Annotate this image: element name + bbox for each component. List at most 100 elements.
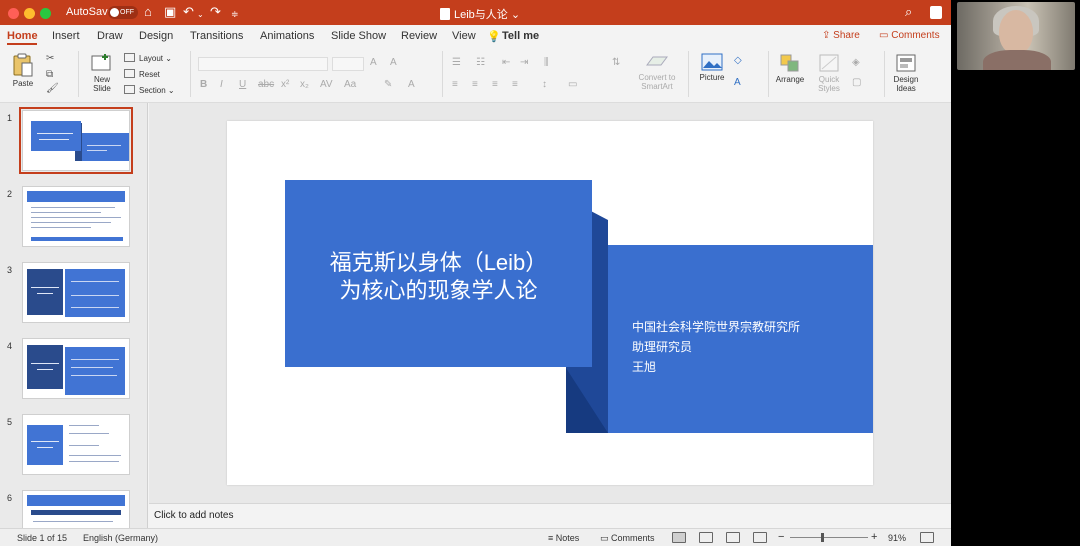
tab-review[interactable]: Review xyxy=(401,30,437,42)
fit-to-window-icon[interactable] xyxy=(920,532,934,543)
format-painter-icon[interactable]: 🖌 xyxy=(46,83,59,94)
language-indicator[interactable]: English (Germany) xyxy=(83,533,158,543)
subscript-icon[interactable]: x₂ xyxy=(300,79,309,90)
font-size-field[interactable] xyxy=(332,57,364,71)
new-slide-button[interactable]: New Slide xyxy=(86,53,118,93)
copy-icon[interactable]: ⧉ xyxy=(46,69,53,80)
tab-home[interactable]: Home xyxy=(7,30,38,42)
decrease-font-icon[interactable]: A xyxy=(390,57,397,68)
paste-button[interactable]: Paste xyxy=(8,53,38,88)
shape-fill-icon[interactable]: ◈ xyxy=(852,57,860,68)
tab-draw[interactable]: Draw xyxy=(97,30,123,42)
numbering-icon[interactable]: ☷ xyxy=(476,57,485,68)
justify-icon[interactable]: ≡ xyxy=(512,79,518,90)
underline-icon[interactable]: U xyxy=(239,79,246,90)
tab-animations[interactable]: Animations xyxy=(260,30,314,42)
autosave-toggle[interactable]: OFF xyxy=(108,6,138,19)
bold-icon[interactable]: B xyxy=(200,79,207,90)
undo-icon[interactable]: ↶ xyxy=(183,4,194,20)
layout-button[interactable]: Layout ⌄ xyxy=(124,53,172,63)
tab-slide-show[interactable]: Slide Show xyxy=(331,30,386,42)
increase-indent-icon[interactable]: ⇥ xyxy=(520,57,528,68)
reset-button[interactable]: Reset xyxy=(124,69,160,79)
normal-view-button[interactable] xyxy=(672,532,686,543)
zoom-slider-handle[interactable] xyxy=(821,533,824,542)
comments-toggle[interactable]: ▭ Comments xyxy=(600,533,655,544)
tab-insert[interactable]: Insert xyxy=(52,30,80,42)
highlight-icon[interactable]: ✎ xyxy=(384,79,392,90)
slide-show-button[interactable] xyxy=(753,532,767,543)
bullets-icon[interactable]: ☰ xyxy=(452,57,461,68)
document-title[interactable]: Leib与人论 ⌄ xyxy=(440,6,520,22)
slide-thumbnail-2[interactable] xyxy=(22,186,130,247)
slide-subtitle[interactable]: 中国社会科学院世界宗教研究所 助理研究员 王旭 xyxy=(632,317,800,377)
decrease-indent-icon[interactable]: ⇤ xyxy=(502,57,510,68)
search-icon[interactable]: ⌕ xyxy=(905,4,912,20)
autosave-label: AutoSave xyxy=(66,6,114,18)
slide-editing-area[interactable]: 福克斯以身体（Leib） 为核心的现象学人论 中国社会科学院世界宗教研究所 助理… xyxy=(149,103,951,503)
tab-view[interactable]: View xyxy=(452,30,476,42)
font-name-field[interactable] xyxy=(198,57,328,71)
share-button[interactable]: ⇪ Share xyxy=(822,30,860,41)
clipboard-icon xyxy=(13,53,33,77)
zoom-level[interactable]: 91% xyxy=(888,533,906,543)
align-left-icon[interactable]: ≡ xyxy=(452,79,458,90)
italic-icon[interactable]: I xyxy=(220,79,223,90)
shape-outline-icon[interactable]: ▢ xyxy=(852,77,861,88)
notes-toggle[interactable]: ≡ Notes xyxy=(548,533,579,543)
slide-sorter-button[interactable] xyxy=(699,532,713,543)
chevron-down-icon[interactable]: ⌄ xyxy=(197,7,204,23)
powerpoint-window: AutoSave OFF ⌂ ▣ ↶ ⌄ ↷ ≑ Leib与人论 ⌄ ⌕ Hom… xyxy=(0,0,951,546)
home-icon[interactable]: ⌂ xyxy=(144,4,152,20)
tab-transitions[interactable]: Transitions xyxy=(190,30,243,42)
font-color-icon[interactable]: A xyxy=(408,79,415,90)
customize-toolbar-icon[interactable]: ≑ xyxy=(231,6,239,22)
text-box-insert-icon[interactable]: A xyxy=(734,77,741,88)
text-box-icon[interactable]: ▭ xyxy=(568,79,577,90)
ribbon-toolbar: Paste ✂ ⧉ 🖌 New Slide Layout ⌄ Reset Sect… xyxy=(0,47,951,103)
new-slide-icon xyxy=(91,54,111,71)
save-icon[interactable]: ▣ xyxy=(164,4,176,20)
tell-me-search[interactable]: Tell me xyxy=(502,30,539,42)
superscript-icon[interactable]: x² xyxy=(281,79,289,90)
align-right-icon[interactable]: ≡ xyxy=(492,79,498,90)
picture-icon xyxy=(701,53,723,71)
close-window-button[interactable] xyxy=(8,8,19,19)
smartart-icon xyxy=(646,56,668,66)
section-button[interactable]: Section ⌄ xyxy=(124,85,175,95)
slide-title[interactable]: 福克斯以身体（Leib） 为核心的现象学人论 xyxy=(285,249,592,305)
columns-icon[interactable]: ⫼ xyxy=(544,57,549,68)
redo-icon[interactable]: ↷ xyxy=(210,4,221,20)
character-spacing-icon[interactable]: AV xyxy=(320,79,333,90)
zoom-in-icon[interactable]: + xyxy=(871,531,877,543)
convert-to-smartart-button[interactable]: Convert to SmartArt xyxy=(632,53,682,91)
quick-styles-button[interactable]: Quick Styles xyxy=(812,53,846,93)
current-slide[interactable]: 福克斯以身体（Leib） 为核心的现象学人论 中国社会科学院世界宗教研究所 助理… xyxy=(227,121,873,485)
increase-font-icon[interactable]: A xyxy=(370,57,377,68)
strikethrough-icon[interactable]: abc xyxy=(258,79,274,90)
line-spacing-icon[interactable]: ↕ xyxy=(542,79,547,90)
slide-thumbnail-6[interactable] xyxy=(22,490,130,528)
text-direction-icon[interactable]: ⇅ xyxy=(612,57,620,68)
arrange-button[interactable]: Arrange xyxy=(772,53,808,84)
slide-thumbnail-5[interactable] xyxy=(22,414,130,475)
slide-thumbnail-3[interactable] xyxy=(22,262,130,323)
change-case-icon[interactable]: Aa xyxy=(344,79,356,90)
align-center-icon[interactable]: ≡ xyxy=(472,79,478,90)
zoom-slider[interactable] xyxy=(790,537,868,538)
thumbnail-number: 2 xyxy=(7,189,13,199)
picture-button[interactable]: Picture xyxy=(694,53,730,82)
cut-icon[interactable]: ✂ xyxy=(46,53,54,64)
zoom-window-button[interactable] xyxy=(40,8,51,19)
design-ideas-button[interactable]: Design Ideas xyxy=(888,53,924,93)
slide-thumbnail-1[interactable] xyxy=(19,107,133,174)
slide-thumbnail-4[interactable] xyxy=(22,338,130,399)
reading-view-button[interactable] xyxy=(726,532,740,543)
minimize-window-button[interactable] xyxy=(24,8,35,19)
zoom-out-icon[interactable]: − xyxy=(778,531,784,543)
account-icon[interactable] xyxy=(930,6,942,19)
notes-pane[interactable]: Click to add notes xyxy=(149,503,951,528)
comments-button[interactable]: ▭ Comments xyxy=(879,30,940,41)
shapes-icon[interactable]: ◇ xyxy=(734,55,742,66)
tab-design[interactable]: Design xyxy=(139,30,173,42)
